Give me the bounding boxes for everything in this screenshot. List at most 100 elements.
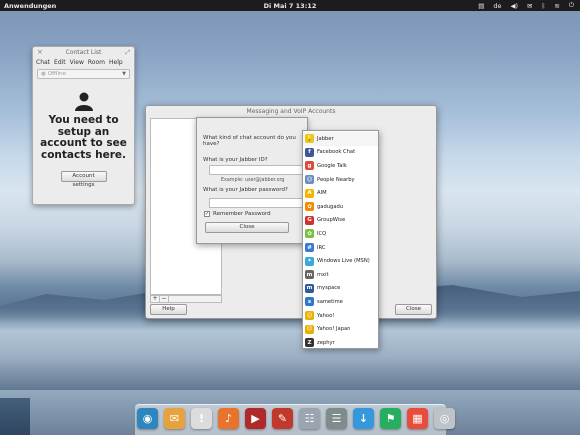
protocol-option-label: Yahoo! Japan	[317, 326, 351, 333]
contacts-icon[interactable]: ☷	[299, 408, 320, 429]
jabber-id-input[interactable]	[209, 165, 305, 175]
volume-icon[interactable]: ◀)	[510, 2, 518, 10]
settings-icon[interactable]: ☰	[326, 408, 347, 429]
window-title: Contact List	[65, 49, 102, 56]
menubar: Chat Edit View Room Help	[33, 58, 134, 67]
protocol-option-label: myspace	[317, 285, 341, 292]
close-button[interactable]: Close	[395, 304, 432, 315]
remove-account-button[interactable]: −	[160, 296, 169, 302]
dialog-close-button[interactable]: Close	[205, 222, 289, 233]
protocol-option-label: Facebook Chat	[317, 149, 356, 156]
protocol-option[interactable]: ✦ Windows Live (MSN)	[303, 254, 378, 268]
protocol-option-label: AIM	[317, 190, 327, 197]
protocol-option[interactable]: 💡 Jabber	[303, 132, 378, 146]
chevron-down-icon: ▼	[122, 71, 126, 77]
zephyr-icon: Z	[305, 338, 314, 348]
mxit-icon: m	[305, 270, 314, 280]
system-tray: ▤ de ◀) ✉ ᛒ ≋ ⏻	[478, 0, 574, 11]
keyboard-layout-indicator[interactable]: de	[493, 2, 501, 10]
status-icon: ●	[41, 71, 46, 77]
protocol-option-label: gadugadu	[317, 203, 344, 210]
bluetooth-icon[interactable]: ᛒ	[541, 2, 545, 10]
remember-password-label: Remember Password	[213, 211, 271, 217]
clock[interactable]: Di Mai 7 13:12	[264, 2, 317, 10]
groupwise-icon: G	[305, 215, 314, 225]
protocol-option[interactable]: s sametime	[303, 295, 378, 309]
top-panel: Anwendungen Di Mai 7 13:12 ▤ de ◀) ✉ ᛒ ≋…	[0, 0, 580, 11]
checkmark-icon: ✓	[204, 211, 210, 217]
jabber-icon: 💡	[305, 134, 314, 144]
close-icon[interactable]: ×	[37, 47, 43, 58]
wallpaper-pier	[0, 398, 30, 435]
presence-value: Offline	[47, 71, 66, 77]
protocol-option[interactable]: ✿ ICQ	[303, 227, 378, 241]
menu-view[interactable]: View	[70, 59, 84, 66]
person-icon	[74, 92, 93, 111]
protocol-option[interactable]: m myspace	[303, 282, 378, 296]
aim-icon: A	[305, 188, 314, 198]
irc-icon: #	[305, 243, 314, 253]
new-account-dialog: What kind of chat account do you have? W…	[196, 117, 308, 244]
protocol-option-label: ICQ	[317, 230, 327, 237]
maximize-icon[interactable]: ⤢	[125, 47, 130, 58]
icq-icon: ✿	[305, 229, 314, 239]
protocol-option-label: Jabber	[317, 135, 334, 142]
music-icon[interactable]: ♪	[218, 408, 239, 429]
protocol-option[interactable]: f Facebook Chat	[303, 146, 378, 160]
protocol-option[interactable]: ☺ People Nearby	[303, 173, 378, 187]
protocol-option-label: Google Talk	[317, 162, 347, 169]
protocol-option[interactable]: ☺ Yahoo!	[303, 309, 378, 323]
protocol-option[interactable]: ✿ gadugadu	[303, 200, 378, 214]
protocol-option-label: zephyr	[317, 339, 335, 346]
photos-icon[interactable]: ✎	[272, 408, 293, 429]
yahoo-japan-icon: ☺	[305, 324, 314, 334]
protocol-option-label: Yahoo!	[317, 312, 335, 319]
power-icon[interactable]: ⏻	[569, 1, 574, 10]
people-nearby-icon: ☺	[305, 175, 314, 185]
presence-selector[interactable]: ● Offline ▼	[37, 69, 130, 79]
midori-browser-icon[interactable]: ◉	[137, 408, 158, 429]
contact-list-titlebar[interactable]: × Contact List ⤢	[33, 47, 134, 58]
dock-launchers: ◉ ✉! ♪ ▶ ✎ ☷ ☰ ↓ ⚑ ▦ ◎	[137, 408, 455, 429]
protocol-option[interactable]: G GroupWise	[303, 214, 378, 228]
msn-icon: ✦	[305, 256, 314, 266]
protocol-option[interactable]: m mxit	[303, 268, 378, 282]
protocol-option[interactable]: A AIM	[303, 186, 378, 200]
add-account-button[interactable]: +	[151, 296, 160, 302]
menu-edit[interactable]: Edit	[54, 59, 66, 66]
wallpaper-lake	[0, 330, 580, 390]
calendar-icon[interactable]: ▦	[407, 408, 428, 429]
software-center-icon[interactable]: ⚑	[380, 408, 401, 429]
protocol-dropdown[interactable]: 💡 Jabber f Facebook Chat g Google Talk ☺ People…	[302, 130, 379, 349]
protocol-option-label: IRC	[317, 244, 326, 251]
help-button[interactable]: Help	[150, 304, 187, 315]
protocol-option[interactable]: ☺ Yahoo! Japan	[303, 322, 378, 336]
jabber-password-input[interactable]	[209, 198, 305, 208]
protocol-option[interactable]: g Google Talk	[303, 159, 378, 173]
chat-icon[interactable]: !	[191, 408, 212, 429]
downloads-icon[interactable]: ↓	[353, 408, 374, 429]
messaging-icon[interactable]: ✉	[527, 2, 532, 10]
protocol-question: What kind of chat account do you have?	[203, 135, 296, 147]
protocol-option[interactable]: # IRC	[303, 241, 378, 255]
mail-icon[interactable]: ✉	[164, 408, 185, 429]
protocol-option[interactable]: Zzephyr	[303, 336, 378, 350]
wifi-icon[interactable]: ≋	[554, 2, 559, 10]
protocol-option-label: sametime	[317, 298, 343, 305]
video-icon[interactable]: ▶	[245, 408, 266, 429]
sametime-icon: s	[305, 297, 314, 307]
remember-password-checkbox[interactable]: ✓ Remember Password	[204, 211, 271, 217]
menu-help[interactable]: Help	[109, 59, 123, 66]
disc-icon[interactable]: ◎	[434, 408, 455, 429]
menu-room[interactable]: Room	[88, 59, 105, 66]
protocol-option-label: mxit	[317, 271, 329, 278]
applications-menu[interactable]: Anwendungen	[4, 2, 56, 10]
google-talk-icon: g	[305, 161, 314, 171]
protocol-option-label: Windows Live (MSN)	[317, 258, 370, 265]
protocol-option-label: People Nearby	[317, 176, 355, 183]
account-list-toolbar: + −	[150, 295, 222, 303]
menu-chat[interactable]: Chat	[36, 59, 50, 66]
account-settings-button[interactable]: Account settings	[60, 171, 107, 188]
jabber-id-example: Example: user@jabber.org	[221, 178, 285, 183]
network-icon[interactable]: ▤	[478, 2, 484, 10]
